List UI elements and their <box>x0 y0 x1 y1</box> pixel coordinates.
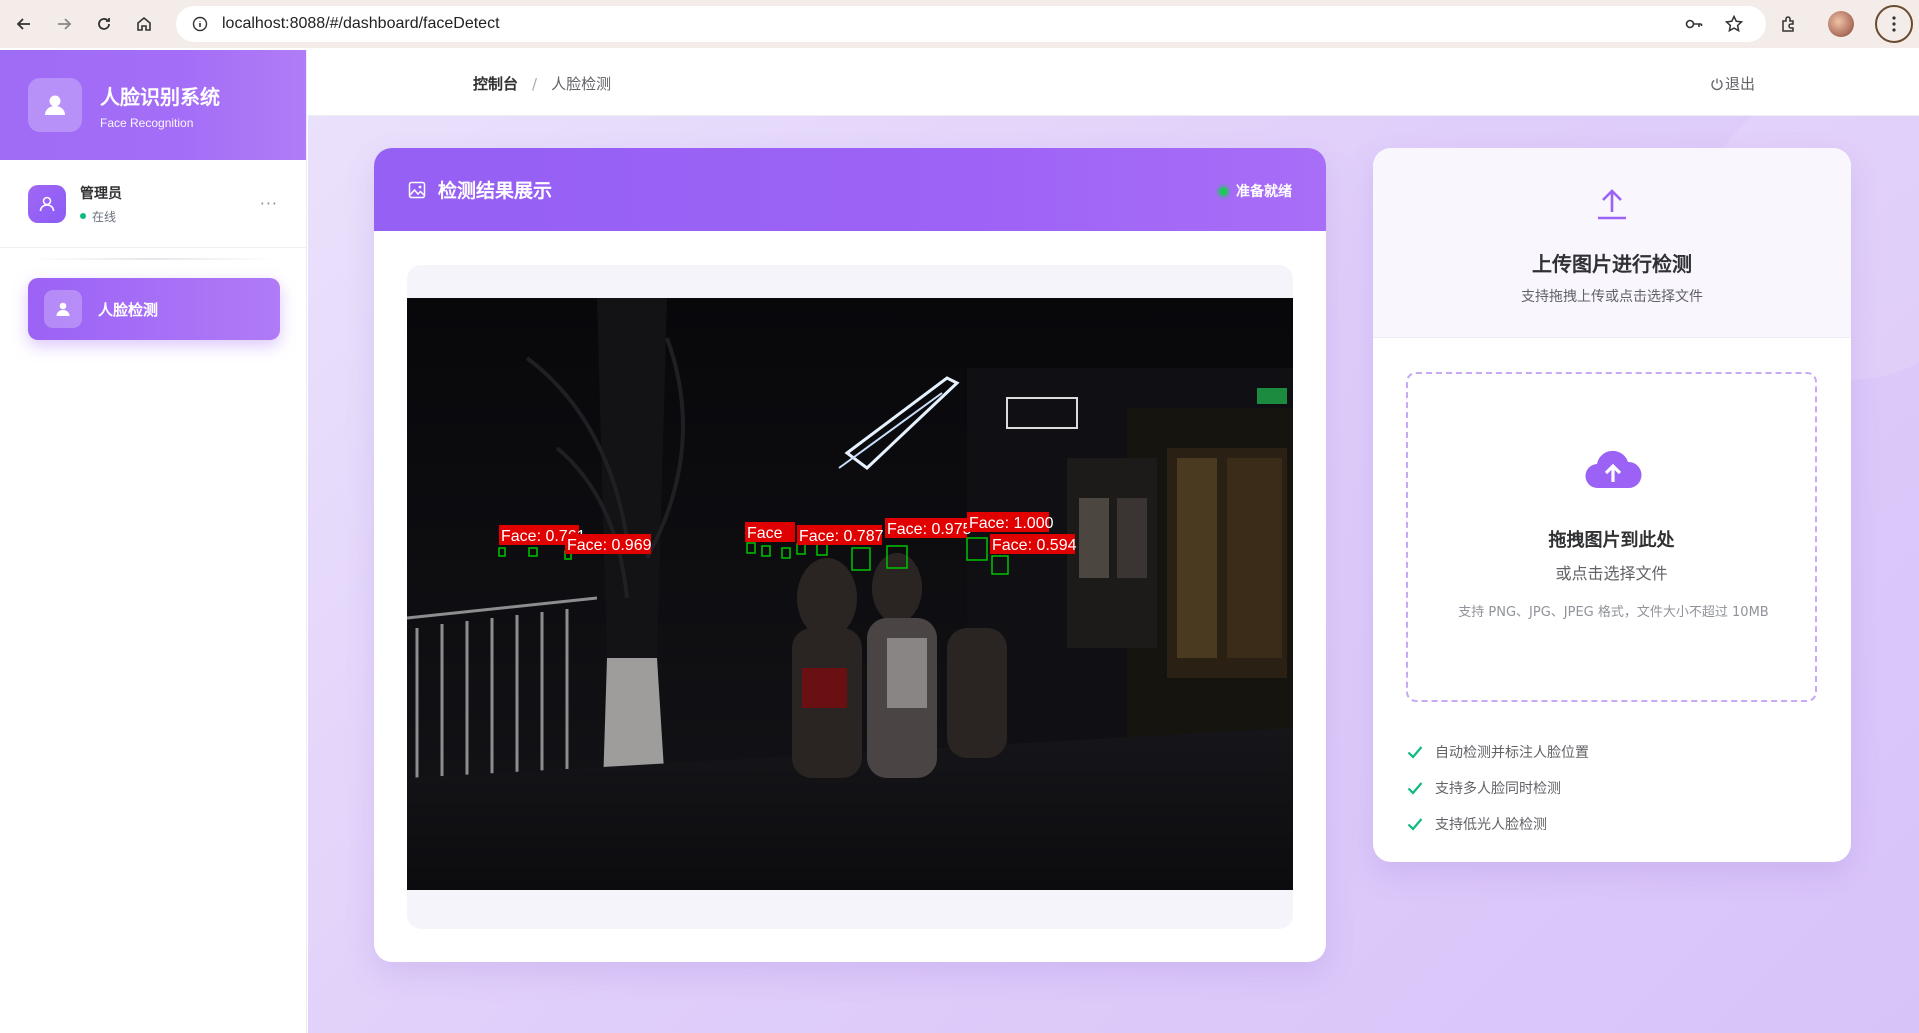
upload-subtitle: 支持拖拽上传或点击选择文件 <box>1521 289 1703 305</box>
profile-avatar[interactable] <box>1823 6 1859 42</box>
drop-subtitle[interactable]: 或点击选择文件 <box>1408 560 1815 584</box>
breadcrumb-separator: / <box>532 74 538 93</box>
user-name: 管理员 <box>80 185 122 202</box>
detection-label-3: Face <box>747 525 783 542</box>
breadcrumb: 控制台 / 人脸检测 <box>473 73 611 94</box>
detection-label-6: Face: 1.000 <box>969 515 1054 532</box>
main-content: 控制台 / 人脸检测 退出 检测结果展示 准备就绪 Face: 0.761 Fa… <box>308 50 1919 1033</box>
cloud-upload-icon <box>1585 450 1642 489</box>
upload-title: 上传图片进行检测 <box>1532 252 1692 276</box>
check-icon <box>1407 816 1423 832</box>
detection-label-7: Face: 0.594 <box>992 537 1077 554</box>
logout-label: 退出 <box>1725 75 1756 93</box>
back-icon[interactable] <box>4 4 44 44</box>
user-status: 在线 <box>80 208 122 225</box>
site-info-icon[interactable] <box>190 14 210 34</box>
detection-result-image[interactable]: Face: 0.761 Face: 0.969 Face Face: 0.787… <box>407 298 1293 890</box>
status-badge: 准备就绪 <box>1219 181 1292 201</box>
url-text: localhost:8088/#/dashboard/faceDetect <box>222 15 500 32</box>
bookmark-star-icon[interactable] <box>1724 14 1744 34</box>
online-dot <box>80 213 86 219</box>
sidebar-item-face-detect[interactable]: 人脸检测 <box>28 278 280 340</box>
home-icon[interactable] <box>124 4 164 44</box>
image-frame: Face: 0.761 Face: 0.969 Face Face: 0.787… <box>407 265 1293 929</box>
brand-title: 人脸识别系统 <box>100 84 220 109</box>
user-icon <box>44 290 82 328</box>
user-panel: 管理员 在线 ··· <box>0 160 306 248</box>
reload-icon[interactable] <box>84 4 124 44</box>
drop-hint: 支持 PNG、JPG、JPEG 格式，文件大小不超过 10MB <box>1458 605 1769 620</box>
detection-label-2: Face: 0.969 <box>567 537 652 554</box>
divider <box>28 258 278 260</box>
image-icon <box>408 181 426 198</box>
detection-label-4: Face: 0.787 <box>799 528 884 545</box>
extensions-icon[interactable] <box>1771 6 1807 42</box>
sidebar: 人脸识别系统 Face Recognition 管理员 在线 ··· 人脸检测 <box>0 50 307 1033</box>
feature-item: 支持多人脸同时检测 <box>1407 770 1589 806</box>
drop-title: 拖拽图片到此处 <box>1548 530 1675 551</box>
browser-toolbar: localhost:8088/#/dashboard/faceDetect <box>0 0 1919 48</box>
check-icon <box>1407 744 1423 760</box>
upload-arrow-icon <box>1598 189 1626 220</box>
feature-item: 自动检测并标注人脸位置 <box>1407 734 1589 770</box>
address-bar[interactable]: localhost:8088/#/dashboard/faceDetect <box>176 6 1766 42</box>
detection-label-5: Face: 0.975 <box>887 521 972 538</box>
user-avatar-icon <box>28 184 66 223</box>
browser-menu-icon[interactable] <box>1875 5 1913 43</box>
result-card-header: 检测结果展示 准备就绪 <box>374 148 1326 231</box>
detection-result-card: 检测结果展示 准备就绪 Face: 0.761 Face: 0.969 Face… <box>374 148 1326 962</box>
forward-icon[interactable] <box>44 4 84 44</box>
status-text: 准备就绪 <box>1236 184 1292 200</box>
sidebar-item-label: 人脸检测 <box>98 300 159 319</box>
topbar: 控制台 / 人脸检测 退出 <box>308 50 1919 116</box>
upload-drop-zone[interactable]: 拖拽图片到此处 或点击选择文件 支持 PNG、JPG、JPEG 格式，文件大小不… <box>1406 372 1817 702</box>
feature-text: 支持低光人脸检测 <box>1435 817 1547 833</box>
breadcrumb-current: 人脸检测 <box>551 75 612 93</box>
feature-list: 自动检测并标注人脸位置 支持多人脸同时检测 支持低光人脸检测 <box>1407 734 1589 842</box>
brand-user-icon <box>28 78 82 132</box>
brand-header: 人脸识别系统 Face Recognition <box>0 50 306 160</box>
password-key-icon[interactable] <box>1684 14 1704 34</box>
feature-text: 自动检测并标注人脸位置 <box>1435 745 1589 761</box>
power-icon <box>1711 78 1723 90</box>
more-options-icon[interactable]: ··· <box>260 194 278 213</box>
check-icon <box>1407 780 1423 796</box>
breadcrumb-dashboard[interactable]: 控制台 <box>473 73 518 94</box>
status-dot <box>1219 186 1228 196</box>
feature-text: 支持多人脸同时检测 <box>1435 781 1561 797</box>
brand-subtitle: Face Recognition <box>100 115 194 130</box>
street-scene-image: Face: 0.761 Face: 0.969 Face Face: 0.787… <box>407 298 1293 890</box>
upload-card-header: 上传图片进行检测 支持拖拽上传或点击选择文件 <box>1373 148 1851 338</box>
upload-card: 上传图片进行检测 支持拖拽上传或点击选择文件 拖拽图片到此处 或点击选择文件 支… <box>1373 148 1851 862</box>
result-card-title: 检测结果展示 <box>438 180 553 202</box>
user-status-text: 在线 <box>92 209 117 224</box>
feature-item: 支持低光人脸检测 <box>1407 806 1589 842</box>
logout-button[interactable]: 退出 <box>1710 73 1755 94</box>
